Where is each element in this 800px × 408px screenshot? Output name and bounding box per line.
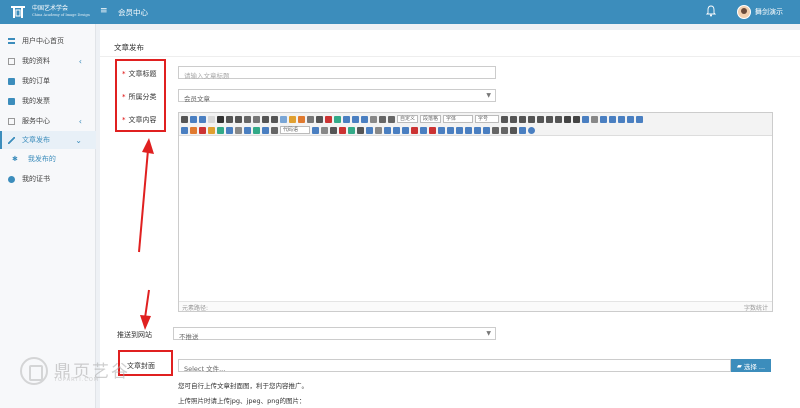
watermark-url: TOPARTI.COM: [54, 377, 100, 383]
watermark-logo-icon: [20, 357, 48, 385]
annotation-arrows: [138, 138, 154, 330]
watermark: 鼎页艺谷 TOPARTI.COM: [20, 357, 140, 385]
annotation-arrow-down: [140, 289, 151, 330]
annotation-arrow-up: [138, 138, 154, 253]
